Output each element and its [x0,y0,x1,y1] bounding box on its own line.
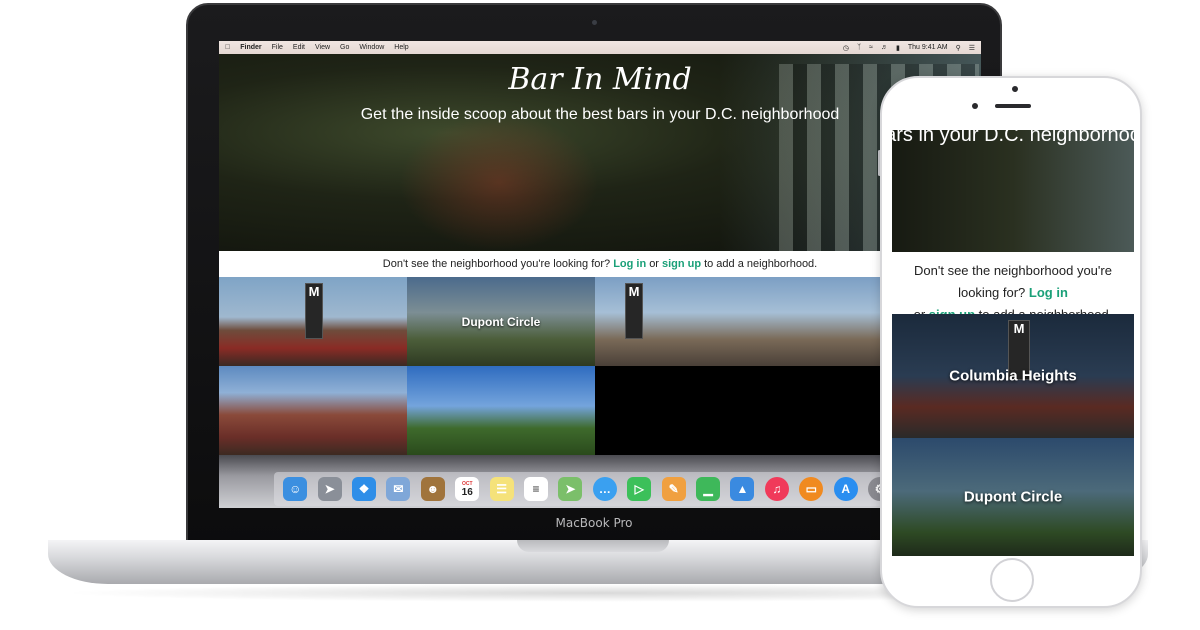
numbers-icon[interactable]: ▁ [696,477,721,501]
volume-icon[interactable]: ♬ [881,44,888,51]
menubar-status-area: ◷ ᛉ ≈ ♬ ▮ Thu 9:41 AM ⚲ ☰ [835,44,975,52]
menu-help[interactable]: Help [394,44,408,51]
battery-icon[interactable]: ▮ [896,44,900,52]
menu-go[interactable]: Go [340,44,349,51]
tile-label: Dupont Circle [461,314,541,329]
macbook-screen:  Finder File Edit View Go Window Help ◷… [219,41,981,508]
iphone-login-link[interactable]: Log in [1029,285,1068,300]
wifi-icon[interactable]: ≈ [869,44,873,51]
neighborhood-tile-dupont-circle[interactable]: Dupont Circle [407,277,595,366]
neighborhood-tile-row-houses[interactable] [219,366,407,455]
calendar-day: 16 [461,486,473,498]
site-hero: Bar In Mind Get the inside scoop about t… [219,54,981,251]
login-link[interactable]: Log in [613,258,646,270]
iphone-screen: bars in your D.C. neighborhood Don't see… [892,130,1134,556]
metro-sign-icon: M [305,283,323,339]
iphone-hero-subtitle: bars in your D.C. neighborhood [892,130,1134,146]
neighborhood-tile-u-street[interactable]: M [595,277,883,366]
safari-icon[interactable]: ❖ [352,477,377,501]
contacts-icon[interactable]: ☻ [420,477,445,501]
time-machine-icon[interactable]: ◷ [843,44,849,52]
apple-logo-icon[interactable]:  [225,44,230,51]
bluetooth-icon[interactable]: ᛉ [857,44,861,51]
menu-window[interactable]: Window [359,44,384,51]
neighborhood-tile-columbia-heights[interactable]: M [219,277,407,366]
device-mockup-scene:  Finder File Edit View Go Window Help ◷… [0,0,1200,630]
maps-icon[interactable]: ➤ [558,477,583,501]
calendar-icon[interactable]: OCT 16 [455,477,480,501]
app-store-icon[interactable]: A [833,477,858,501]
notification-center-icon[interactable]: ☰ [969,44,975,52]
cta-suffix: to add a neighborhood. [704,258,818,270]
launchpad-icon[interactable]: ➤ [317,477,342,501]
menubar-clock[interactable]: Thu 9:41 AM [908,44,948,51]
neighborhood-tile-statue-park[interactable] [407,366,595,455]
iphone-add-neighborhood-prompt: Don't see the neighborhood you're lookin… [892,252,1134,322]
mac-dock: ☺ ➤ ❖ ✉ ☻ OCT 16 ☰ ≡ ➤ … ▷ ✎ ▁ ▲ ♫ ▭ A ⚙… [274,472,936,506]
cta-middle: or [649,258,659,270]
iphone-speaker [995,104,1031,108]
menu-view[interactable]: View [315,44,330,51]
macbook-lid-notch [517,540,669,552]
itunes-icon[interactable]: ♫ [764,477,789,501]
menu-app-name[interactable]: Finder [240,44,261,51]
site-title[interactable]: Bar In Mind [219,62,981,97]
metro-sign-icon: M [625,283,643,339]
finder-icon[interactable]: ☺ [283,477,308,501]
iphone-front-camera-icon [1012,86,1018,92]
iphone-tile-label: Columbia Heights [949,367,1077,385]
iphone-sensor-icon [972,103,978,109]
signup-link[interactable]: sign up [662,258,701,270]
camera-icon [592,20,597,25]
mail-icon[interactable]: ✉ [386,477,411,501]
site-subtitle: Get the inside scoop about the best bars… [360,106,840,123]
spotlight-search-icon[interactable]: ⚲ [956,44,961,52]
iphone-tile-label: Dupont Circle [963,488,1063,506]
iphone-tile-columbia-heights[interactable]: M Columbia Heights [892,314,1134,438]
messages-icon[interactable]: … [592,477,617,501]
add-neighborhood-prompt: Don't see the neighborhood you're lookin… [219,251,981,277]
iphone-site-hero: bars in your D.C. neighborhood [892,130,1134,252]
notes-icon[interactable]: ☰ [489,477,514,501]
facetime-icon[interactable]: ▷ [627,477,652,501]
iphone-cta-prefix: Don't see the neighborhood you're lookin… [914,263,1112,300]
iphone-tile-dupont-circle[interactable]: Dupont Circle [892,438,1134,556]
iphone-home-button[interactable] [990,558,1034,602]
hero-image-warm-light [399,114,599,251]
pages-icon[interactable]: ✎ [661,477,686,501]
ibooks-icon[interactable]: ▭ [799,477,824,501]
reminders-icon[interactable]: ≡ [524,477,549,501]
menu-file[interactable]: File [272,44,283,51]
cta-prefix: Don't see the neighborhood you're lookin… [382,258,611,270]
menu-edit[interactable]: Edit [293,44,305,51]
keynote-icon[interactable]: ▲ [730,477,755,501]
mac-menubar:  Finder File Edit View Go Window Help ◷… [219,41,981,54]
